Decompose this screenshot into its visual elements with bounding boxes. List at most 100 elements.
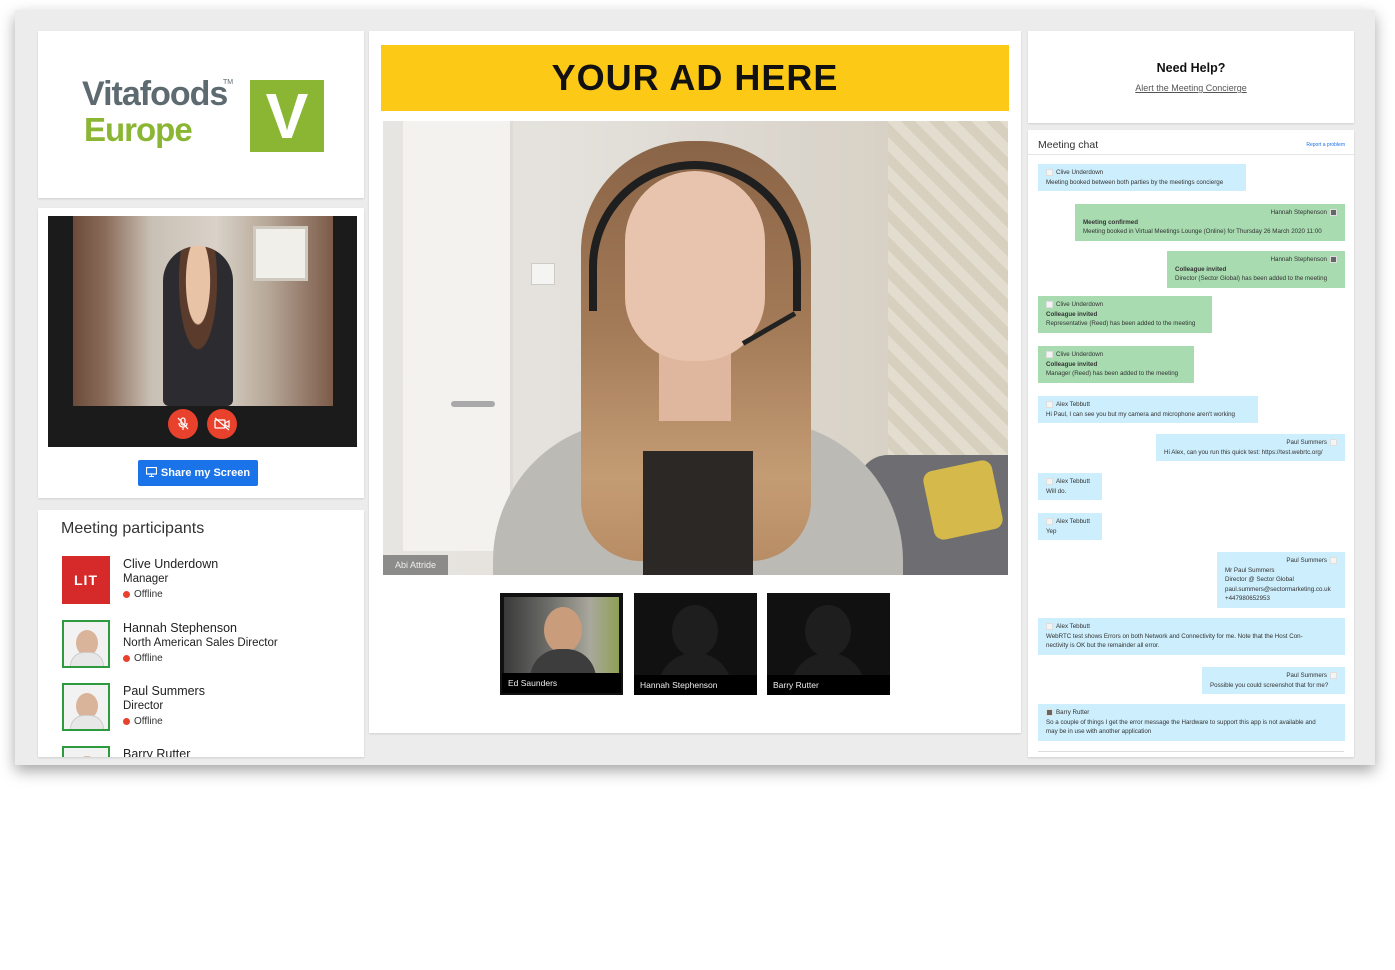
- background-door: [403, 121, 513, 551]
- chat-message: Alex Tebbutt Will do.: [1038, 473, 1102, 501]
- speaker-top: [643, 451, 753, 575]
- avatar: [1046, 623, 1053, 631]
- video-thumbnail[interactable]: Hannah Stephenson: [634, 593, 757, 695]
- message-heading: Colleague invited: [1046, 360, 1098, 368]
- thumbnail-label: Barry Rutter: [767, 675, 890, 695]
- message-sender: Alex Tebbutt: [1056, 623, 1090, 630]
- chat-input[interactable]: [1038, 751, 1344, 757]
- self-video-person: [163, 246, 233, 406]
- participant-item[interactable]: Paul Summers Director Offline: [62, 681, 352, 733]
- chat-message: Hannah Stephenson Meeting confirmed Meet…: [1075, 204, 1345, 241]
- participant-name: Paul Summers: [123, 684, 205, 698]
- thumbnail-label: Ed Saunders: [502, 673, 621, 693]
- participant-status: Offline: [134, 653, 163, 664]
- message-sender: Barry Rutter: [1056, 709, 1090, 716]
- status-badge: Offline: [123, 716, 163, 727]
- offline-dot-icon: [123, 718, 130, 725]
- video-thumbnail[interactable]: Barry Rutter: [767, 593, 890, 695]
- share-screen-button[interactable]: Share my Screen: [138, 460, 258, 486]
- participant-role: North American Sales Director: [123, 637, 278, 649]
- message-sender: Alex Tebbutt: [1056, 401, 1090, 408]
- message-text: nectivity is OK but the remainder all er…: [1046, 642, 1160, 650]
- message-text: Yep: [1046, 527, 1057, 535]
- message-text: Director @ Sector Global: [1225, 576, 1294, 584]
- avatar: [1046, 709, 1053, 717]
- logo-panel: Vitafoods TM Europe V: [38, 31, 364, 198]
- chat-panel: Meeting chat Report a problem Clive Unde…: [1028, 130, 1354, 757]
- message-text: Manager (Reed) has been added to the mee…: [1046, 370, 1179, 378]
- message-text: Hi Alex, can you run this quick test: ht…: [1164, 448, 1323, 456]
- mic-off-icon[interactable]: [168, 409, 198, 439]
- avatar: [62, 620, 110, 668]
- avatar: [1046, 169, 1053, 177]
- message-sender: Alex Tebbutt: [1056, 478, 1090, 485]
- avatar: [62, 746, 110, 757]
- background-light-switch: [531, 263, 555, 285]
- avatar: [1046, 351, 1053, 359]
- message-text: paul.summers@sectormarketing.co.uk: [1225, 585, 1331, 593]
- participant-role: Manager: [123, 573, 169, 585]
- participant-item[interactable]: LIT Clive Underdown Manager Offline: [62, 554, 352, 606]
- participant-name: Clive Underdown: [123, 557, 219, 571]
- logo-text-europe: Europe: [84, 111, 193, 148]
- message-heading: Colleague invited: [1175, 265, 1227, 273]
- avatar: [1046, 478, 1053, 486]
- message-text: Possible you could screenshot that for m…: [1210, 681, 1329, 689]
- message-sender: Alex Tebbutt: [1056, 518, 1090, 525]
- participant-item[interactable]: Barry Rutter: [62, 744, 352, 757]
- chat-message: Hannah Stephenson Colleague invited Dire…: [1167, 251, 1345, 288]
- logo-text-vitafoods: Vitafoods: [82, 75, 228, 113]
- message-sender: Paul Summers: [1286, 439, 1327, 446]
- avatar: LIT: [62, 556, 110, 604]
- participant-item[interactable]: Hannah Stephenson North American Sales D…: [62, 618, 352, 670]
- video-off-icon[interactable]: [207, 409, 237, 439]
- thumbnail-label: Hannah Stephenson: [634, 675, 757, 695]
- avatar: [1330, 557, 1337, 565]
- user-silhouette-icon: [805, 605, 851, 657]
- participant-role: Director: [123, 700, 164, 712]
- message-text: Director (Sector Global) has been added …: [1175, 275, 1328, 283]
- avatar: [62, 683, 110, 731]
- participant-status: Offline: [134, 589, 163, 600]
- message-sender: Clive Underdown: [1056, 351, 1104, 358]
- chat-message: Paul Summers Hi Alex, can you run this q…: [1156, 434, 1345, 462]
- chat-message: Paul Summers Possible you could screensh…: [1202, 667, 1345, 695]
- self-video-window: [253, 226, 308, 281]
- chat-message: Alex Tebbutt WebRTC test shows Errors on…: [1038, 618, 1345, 655]
- message-sender: Clive Underdown: [1056, 169, 1104, 176]
- participant-name: Hannah Stephenson: [123, 621, 237, 635]
- background-pillow: [921, 458, 1005, 542]
- chat-message: Paul Summers Mr Paul Summers Director @ …: [1217, 552, 1345, 608]
- self-view-panel: Share my Screen: [38, 208, 364, 498]
- avatar: [1330, 256, 1337, 264]
- avatar: [1046, 518, 1053, 526]
- alert-concierge-link[interactable]: Alert the Meeting Concierge: [1028, 83, 1354, 93]
- message-sender: Hannah Stephenson: [1270, 209, 1327, 216]
- offline-dot-icon: [123, 655, 130, 662]
- message-text: Meeting booked in Virtual Meetings Loung…: [1083, 228, 1322, 236]
- share-screen-label: Share my Screen: [160, 467, 251, 479]
- divider: [1028, 154, 1354, 155]
- offline-dot-icon: [123, 591, 130, 598]
- self-video-feed: [73, 216, 333, 406]
- chat-message: Alex Tebbutt Yep: [1038, 513, 1102, 541]
- message-heading: Colleague invited: [1046, 310, 1098, 318]
- video-thumbnail[interactable]: Ed Saunders: [500, 593, 623, 695]
- message-text: may be in use with another application: [1046, 728, 1152, 736]
- participant-thumbnails: Ed Saunders Hannah Stephenson Barry Rutt…: [500, 593, 892, 695]
- chat-message: Clive Underdown Colleague invited Manage…: [1038, 346, 1194, 383]
- message-sender: Paul Summers: [1286, 672, 1327, 679]
- self-video: [48, 216, 357, 447]
- chat-message: Clive Underdown Colleague invited Repres…: [1038, 296, 1212, 333]
- message-text: Will do.: [1046, 487, 1067, 495]
- report-problem-link[interactable]: Report a problem: [1306, 142, 1345, 148]
- chat-message: Clive Underdown Meeting booked between b…: [1038, 164, 1246, 192]
- message-heading: Meeting confirmed: [1083, 218, 1139, 226]
- participants-title: Meeting participants: [61, 520, 205, 537]
- chat-title: Meeting chat: [1038, 139, 1099, 151]
- message-text: Hi Paul, I can see you but my camera and…: [1046, 410, 1235, 418]
- message-sender: Hannah Stephenson: [1270, 256, 1327, 263]
- main-video-label: Abi Attride: [383, 555, 449, 575]
- chat-message: Alex Tebbutt Hi Paul, I can see you but …: [1038, 396, 1258, 424]
- ad-banner[interactable]: YOUR AD HERE: [381, 45, 1009, 111]
